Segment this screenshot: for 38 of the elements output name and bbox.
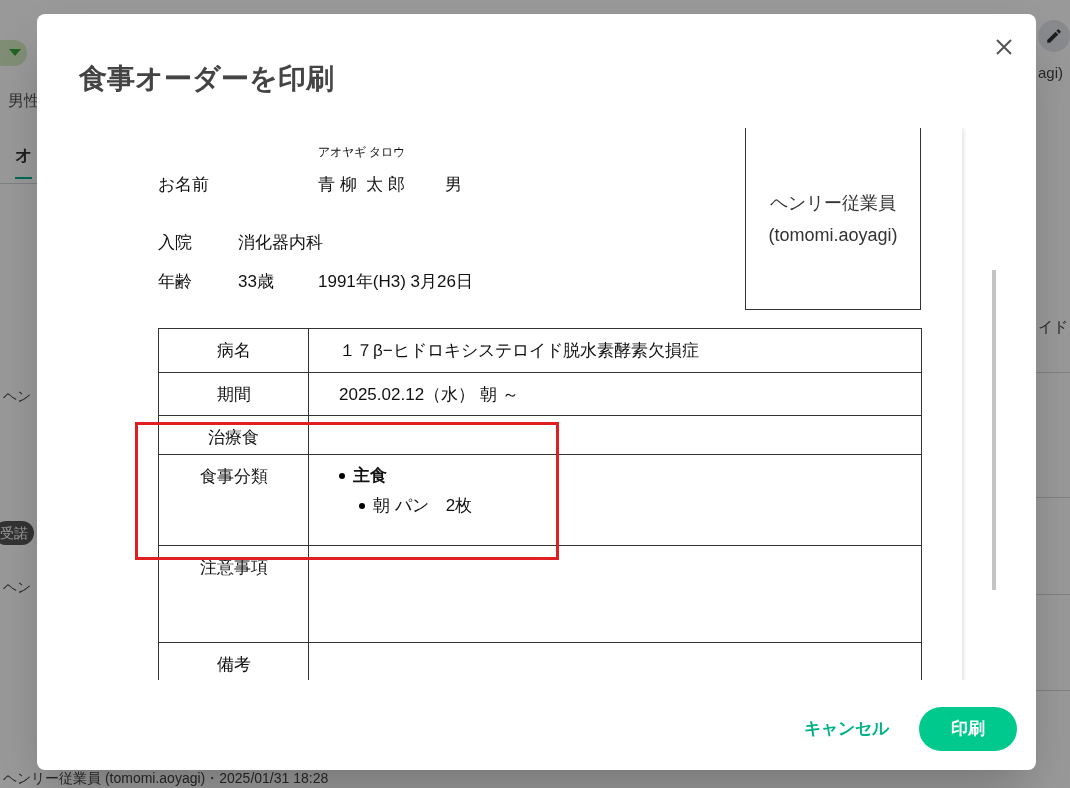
table-cell: 2025.02.12（水） 朝 ～ [308, 372, 922, 416]
panel-text: イド [1038, 317, 1068, 337]
table-cell: １７β−ヒドロキシステロイド脱水素酵素欠損症 [308, 328, 922, 373]
name-label: お名前 [158, 174, 210, 197]
pencil-icon [1045, 27, 1063, 45]
activity-text: ヘン [3, 387, 31, 406]
table-header-cell: 食事分類 [158, 454, 309, 546]
table-header-cell: 備考 [158, 642, 309, 680]
edit-button[interactable] [1038, 20, 1070, 52]
list-item: 主食 [353, 465, 387, 488]
birthdate-text: 1991年(H3) 3月26日 [318, 271, 473, 294]
department-text: 消化器内科 [238, 232, 323, 255]
print-button[interactable]: 印刷 [919, 707, 1017, 751]
age-text: 33歳 [238, 271, 275, 294]
furigana-text: アオヤギ タロウ [317, 144, 407, 161]
panel-text: agi) [1038, 63, 1063, 83]
patient-name: 青 柳 太 郎 [318, 174, 405, 197]
dropdown[interactable] [0, 40, 27, 66]
bullet-icon [359, 503, 365, 509]
status-badge: 受諾 [0, 521, 34, 545]
admission-label: 入院 [158, 232, 193, 255]
staff-text: (tomomi.aoyagi) [768, 223, 898, 247]
table-header-cell: 期間 [158, 372, 309, 416]
cancel-button[interactable]: キャンセル [788, 707, 905, 751]
activity-text: ヘンリー従業員 (tomomi.aoyagi)・2025/01/31 18:28 [3, 769, 329, 788]
tab[interactable]: オ [15, 143, 32, 179]
close-icon [996, 39, 1012, 55]
age-label: 年齢 [158, 271, 193, 294]
bullet-icon [339, 473, 345, 479]
table-header-cell: 病名 [158, 328, 309, 373]
list-item: 朝 パン 2枚 [373, 495, 473, 518]
table-header-cell: 注意事項 [158, 545, 309, 643]
staff-text: ヘンリー従業員 [770, 191, 896, 215]
sex-text: 男 [444, 174, 462, 197]
caret-icon [9, 49, 21, 57]
activity-text: ヘン [3, 578, 31, 597]
table-header-cell: 治療食 [158, 415, 309, 455]
dialog-title: 食事オーダーを印刷 [79, 62, 334, 96]
